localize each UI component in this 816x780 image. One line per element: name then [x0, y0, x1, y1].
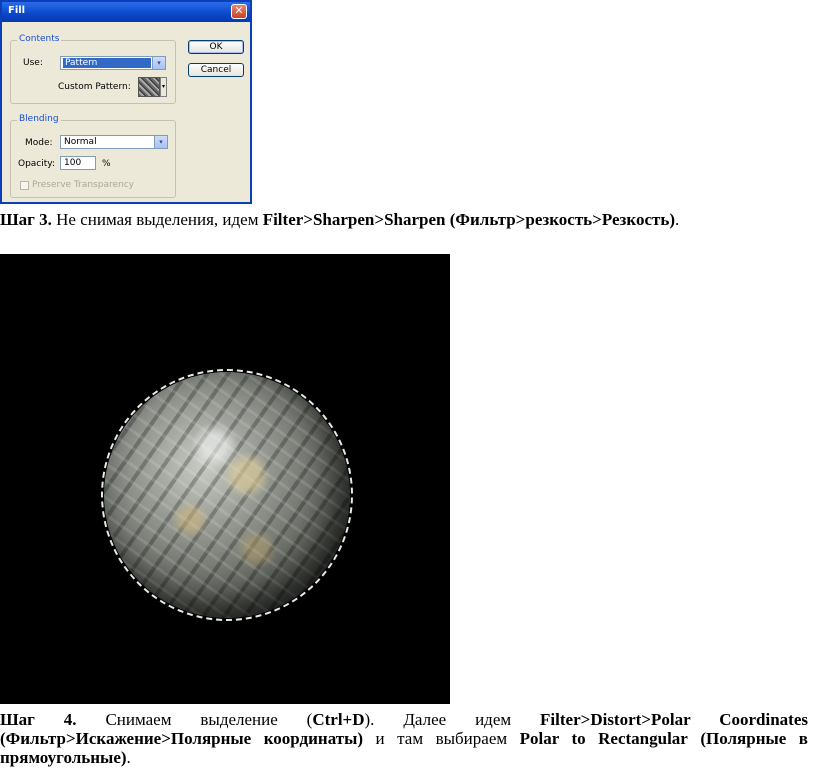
- step3-text: Не снимая выделения, идем: [51, 210, 263, 229]
- opacity-input[interactable]: 100: [60, 156, 96, 170]
- fill-dialog: Fill ✕ Contents Use: Pattern ▾ Custom Pa…: [0, 0, 252, 204]
- pattern-picker-button[interactable]: ▾: [160, 77, 167, 97]
- mode-label: Mode:: [25, 138, 53, 148]
- preserve-transparency-checkbox[interactable]: [20, 181, 29, 190]
- step4-text2: ). Далее идем: [364, 710, 541, 729]
- custom-pattern-label: Custom Pattern:: [58, 82, 131, 92]
- cancel-button[interactable]: Cancel: [188, 63, 244, 77]
- dialog-titlebar[interactable]: Fill ✕: [2, 2, 250, 22]
- mode-select[interactable]: Normal ▾: [60, 135, 168, 149]
- chevron-down-icon: ▾: [152, 57, 165, 69]
- ok-button[interactable]: OK: [188, 40, 244, 54]
- use-label: Use:: [23, 58, 43, 68]
- sphere-image: [0, 254, 450, 704]
- step3-prefix: Шаг 3.: [0, 210, 52, 229]
- step4-end: .: [126, 748, 131, 767]
- step4-paragraph: Шаг 4. Снимаем выделение (Ctrl+D). Далее…: [0, 710, 808, 767]
- mode-select-value: Normal: [64, 137, 97, 147]
- step3-path-ru: (Фильтр>резкость>Резкость): [449, 210, 676, 229]
- close-icon: ✕: [234, 4, 244, 17]
- preserve-transparency-label: Preserve Transparency: [32, 180, 134, 190]
- opacity-label: Opacity:: [18, 159, 55, 169]
- step4-shortcut: Ctrl+D: [312, 710, 365, 729]
- step3-paragraph: Шаг 3. Не снимая выделения, идем Filter>…: [0, 210, 808, 229]
- step4-text1: Снимаем выделение (: [76, 710, 313, 729]
- selection-outline: [101, 369, 353, 621]
- step3-end: .: [675, 210, 680, 229]
- dialog-title: Fill: [8, 5, 26, 16]
- contents-legend: Contents: [17, 34, 62, 44]
- use-select-value: Pattern: [63, 58, 151, 68]
- use-select[interactable]: Pattern ▾: [60, 56, 166, 70]
- step4-prefix: Шаг 4.: [0, 710, 77, 729]
- opacity-unit: %: [102, 159, 111, 169]
- step4-path: Filter>Distort>Polar Coordinates: [540, 710, 809, 729]
- close-button[interactable]: ✕: [231, 4, 247, 19]
- blending-legend: Blending: [17, 114, 61, 124]
- chevron-down-icon: ▾: [154, 136, 167, 148]
- pattern-swatch[interactable]: [138, 77, 160, 97]
- step3-path: Filter>Sharpen>Sharpen: [262, 210, 446, 229]
- chevron-down-icon: ▾: [161, 83, 165, 90]
- step4-option: Polar to Rectangular: [519, 729, 688, 748]
- step4-path-ru: (Фильтр>Искажение>Полярные координаты): [0, 729, 364, 748]
- step4-text3: и там выбираем: [363, 729, 520, 748]
